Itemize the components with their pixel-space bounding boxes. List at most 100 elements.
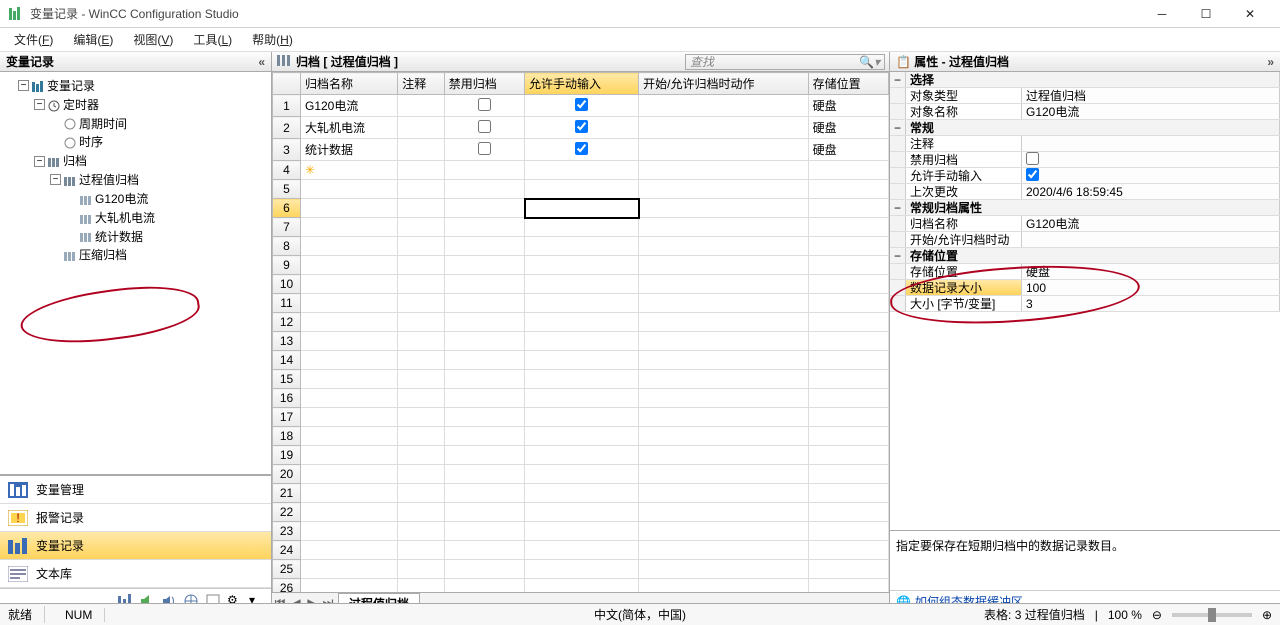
shortcut-alarm-logging[interactable]: !报警记录 (0, 504, 271, 532)
cell-disable[interactable] (444, 161, 524, 180)
cell-comment[interactable] (398, 370, 445, 389)
cell-loc[interactable] (808, 294, 888, 313)
tree-timer[interactable]: 定时器 (63, 98, 99, 112)
menu-help[interactable]: 帮助(H) (242, 31, 303, 48)
tree-toggle[interactable]: − (34, 156, 45, 167)
cell-loc[interactable] (808, 313, 888, 332)
cell-name[interactable] (301, 560, 398, 579)
cell-name[interactable] (301, 465, 398, 484)
cell-comment[interactable] (398, 332, 445, 351)
menu-tools[interactable]: 工具(L) (183, 31, 242, 48)
cell-name[interactable]: 统计数据 (301, 139, 398, 161)
cell-action[interactable] (639, 313, 809, 332)
cell-manual[interactable] (525, 579, 639, 593)
cell-disable[interactable] (444, 370, 524, 389)
cell-name[interactable] (301, 522, 398, 541)
row-number[interactable]: 21 (273, 484, 301, 503)
cell-name[interactable] (301, 332, 398, 351)
tree-a2[interactable]: 大轧机电流 (95, 211, 155, 225)
cell-comment[interactable] (398, 237, 445, 256)
group-toggle[interactable]: − (890, 248, 906, 263)
cell-action[interactable] (639, 294, 809, 313)
cell-loc[interactable] (808, 541, 888, 560)
cell-comment[interactable] (398, 199, 445, 218)
group-toggle[interactable]: − (890, 120, 906, 135)
cell-comment[interactable] (398, 95, 445, 117)
close-button[interactable]: ✕ (1228, 0, 1272, 28)
cell-disable[interactable] (444, 541, 524, 560)
row-number[interactable]: 1 (273, 95, 301, 117)
group-toggle[interactable]: − (890, 200, 906, 215)
cell-manual[interactable] (525, 503, 639, 522)
cell-comment[interactable] (398, 389, 445, 408)
row-number[interactable]: 24 (273, 541, 301, 560)
cell-manual[interactable] (525, 408, 639, 427)
cell-name[interactable] (301, 294, 398, 313)
prop-archname-value[interactable]: G120电流 (1022, 216, 1280, 231)
cell-action[interactable] (639, 370, 809, 389)
prop-loc-value[interactable]: 硬盘 (1022, 264, 1280, 279)
cell-name[interactable] (301, 199, 398, 218)
cell-loc[interactable] (808, 560, 888, 579)
row-number[interactable]: 13 (273, 332, 301, 351)
cell-disable[interactable] (444, 95, 524, 117)
cell-action[interactable] (639, 139, 809, 161)
row-number[interactable]: 8 (273, 237, 301, 256)
cell-action[interactable] (639, 541, 809, 560)
cell-name[interactable] (301, 313, 398, 332)
cell-name[interactable] (301, 427, 398, 446)
cell-manual[interactable] (525, 484, 639, 503)
tree-toggle[interactable]: − (18, 80, 29, 91)
menu-view[interactable]: 视图(V) (123, 31, 183, 48)
cell-manual[interactable] (525, 389, 639, 408)
cell-name[interactable] (301, 275, 398, 294)
cell-disable[interactable] (444, 218, 524, 237)
cell-comment[interactable] (398, 139, 445, 161)
cell-loc[interactable] (808, 465, 888, 484)
cell-comment[interactable] (398, 446, 445, 465)
cell-action[interactable] (639, 427, 809, 446)
cell-comment[interactable] (398, 275, 445, 294)
cell-action[interactable] (639, 484, 809, 503)
cell-manual[interactable] (525, 370, 639, 389)
cell-loc[interactable] (808, 161, 888, 180)
cell-comment[interactable] (398, 161, 445, 180)
cell-action[interactable] (639, 161, 809, 180)
cell-name[interactable] (301, 579, 398, 593)
cell-name[interactable] (301, 180, 398, 199)
cell-action[interactable] (639, 522, 809, 541)
cell-comment[interactable] (398, 522, 445, 541)
prop-manual-value[interactable] (1022, 168, 1280, 183)
row-number[interactable]: 15 (273, 370, 301, 389)
cell-name[interactable] (301, 351, 398, 370)
cell-disable[interactable] (444, 117, 524, 139)
zoom-out-button[interactable]: ⊖ (1152, 608, 1162, 622)
cell-manual[interactable] (525, 161, 639, 180)
collapse-left-icon[interactable]: « (258, 55, 265, 69)
cell-loc[interactable] (808, 332, 888, 351)
cell-comment[interactable] (398, 560, 445, 579)
cell-loc[interactable] (808, 484, 888, 503)
prop-bytesvar-value[interactable]: 3 (1022, 296, 1280, 311)
corner-cell[interactable] (273, 73, 301, 95)
cell-name[interactable]: 大轧机电流 (301, 117, 398, 139)
cell-disable[interactable] (444, 446, 524, 465)
cell-action[interactable] (639, 465, 809, 484)
cell-loc[interactable] (808, 351, 888, 370)
row-number[interactable]: 23 (273, 522, 301, 541)
cell-manual[interactable] (525, 237, 639, 256)
cell-disable[interactable] (444, 465, 524, 484)
cell-disable[interactable] (444, 275, 524, 294)
cell-disable[interactable] (444, 237, 524, 256)
cell-manual[interactable] (525, 446, 639, 465)
cell-name[interactable] (301, 446, 398, 465)
row-number[interactable]: 5 (273, 180, 301, 199)
row-number[interactable]: 11 (273, 294, 301, 313)
cell-manual[interactable] (525, 465, 639, 484)
tree-pvarchive[interactable]: 过程值归档 (79, 173, 139, 187)
cell-action[interactable] (639, 256, 809, 275)
row-number[interactable]: 14 (273, 351, 301, 370)
cell-comment[interactable] (398, 427, 445, 446)
prop-disable-value[interactable] (1022, 152, 1280, 167)
cell-action[interactable] (639, 95, 809, 117)
